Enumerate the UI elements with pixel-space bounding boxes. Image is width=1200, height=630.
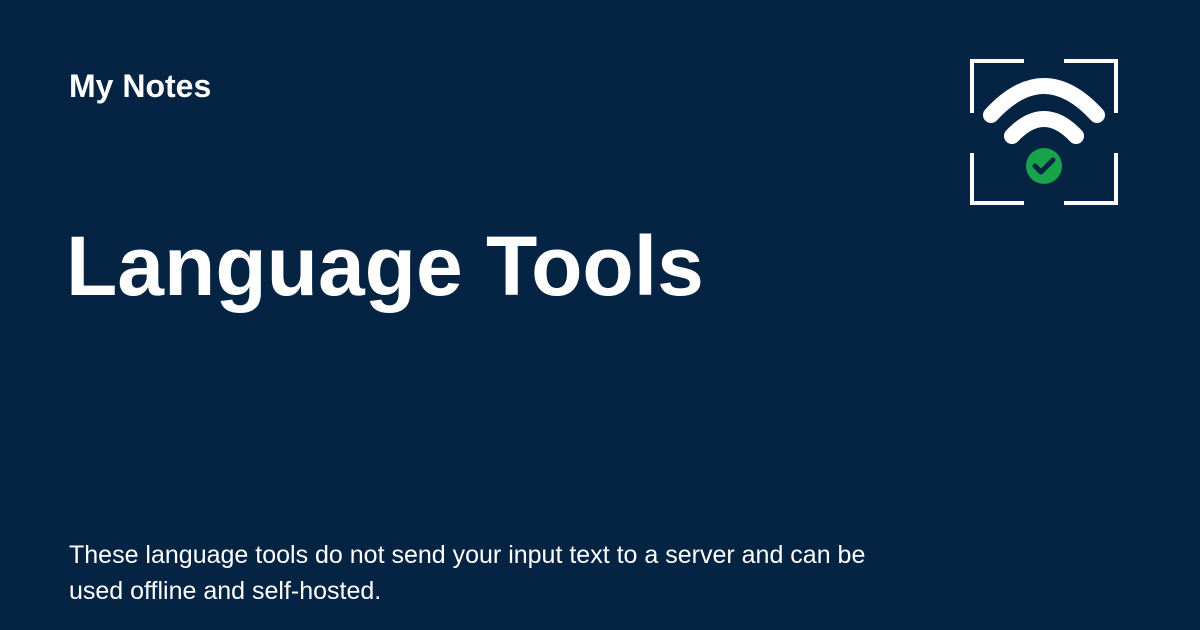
social-card: My Notes Language Tools These language t…	[0, 0, 1200, 630]
site-name: My Notes	[69, 68, 212, 104]
page-description: These language tools do not send your in…	[69, 541, 866, 605]
offline-wifi-check-icon	[970, 59, 1118, 205]
page-title: Language Tools	[66, 219, 704, 314]
